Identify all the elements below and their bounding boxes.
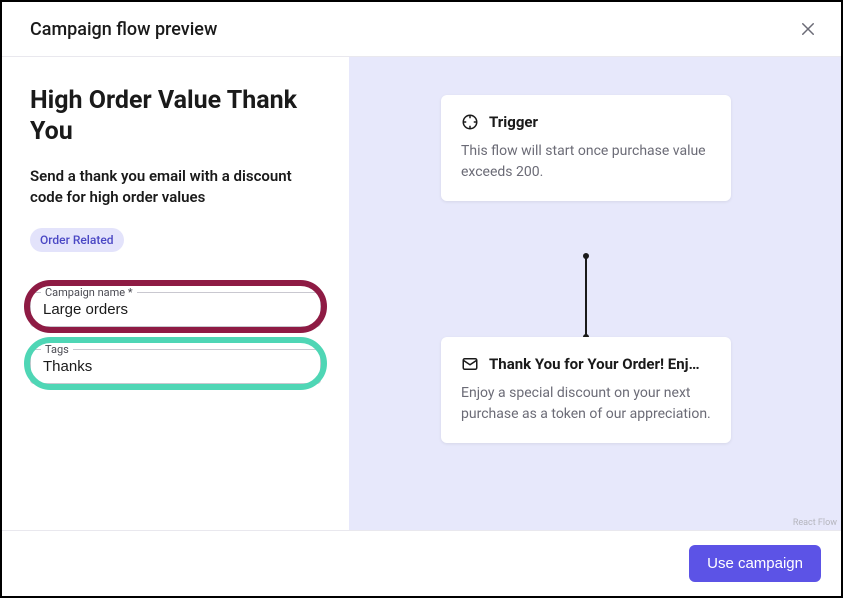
email-card-head: Thank You for Your Order! Enj… bbox=[461, 355, 711, 373]
campaign-description: Send a thank you email with a discount c… bbox=[30, 166, 321, 208]
campaign-name-input[interactable] bbox=[43, 299, 308, 318]
campaign-name-fieldset: Campaign name * bbox=[30, 286, 321, 327]
tags-field-wrap: Tags bbox=[30, 343, 321, 384]
campaign-flow-preview-modal: Campaign flow preview High Order Value T… bbox=[2, 2, 841, 596]
email-body: Enjoy a special discount on your next pu… bbox=[461, 383, 711, 425]
crosshair-icon bbox=[461, 113, 479, 131]
email-title: Thank You for Your Order! Enj… bbox=[489, 355, 700, 373]
modal-footer: Use campaign bbox=[2, 530, 841, 596]
close-icon bbox=[799, 20, 817, 38]
tags-label: Tags bbox=[41, 343, 73, 356]
modal-title: Campaign flow preview bbox=[30, 19, 217, 40]
flow-node-trigger[interactable]: Trigger This flow will start once purcha… bbox=[441, 95, 731, 201]
category-chip: Order Related bbox=[30, 228, 124, 252]
tags-input[interactable] bbox=[43, 356, 308, 375]
close-button[interactable] bbox=[795, 16, 821, 42]
use-campaign-button[interactable]: Use campaign bbox=[689, 545, 821, 582]
modal-header: Campaign flow preview bbox=[2, 2, 841, 57]
trigger-card-head: Trigger bbox=[461, 113, 711, 131]
modal-body: High Order Value Thank You Send a thank … bbox=[2, 57, 841, 530]
trigger-body: This flow will start once purchase value… bbox=[461, 141, 711, 183]
trigger-title: Trigger bbox=[489, 113, 538, 131]
react-flow-attribution: React Flow bbox=[793, 518, 837, 528]
left-panel: High Order Value Thank You Send a thank … bbox=[2, 57, 349, 530]
campaign-name-field-wrap: Campaign name * bbox=[30, 286, 321, 327]
flow-connector bbox=[585, 256, 587, 337]
tags-fieldset: Tags bbox=[30, 343, 321, 384]
flow-canvas[interactable]: Trigger This flow will start once purcha… bbox=[349, 57, 841, 530]
flow-node-email[interactable]: Thank You for Your Order! Enj… Enjoy a s… bbox=[441, 337, 731, 443]
campaign-title: High Order Value Thank You bbox=[30, 85, 321, 148]
mail-icon bbox=[461, 355, 479, 373]
campaign-name-label: Campaign name * bbox=[41, 286, 137, 299]
